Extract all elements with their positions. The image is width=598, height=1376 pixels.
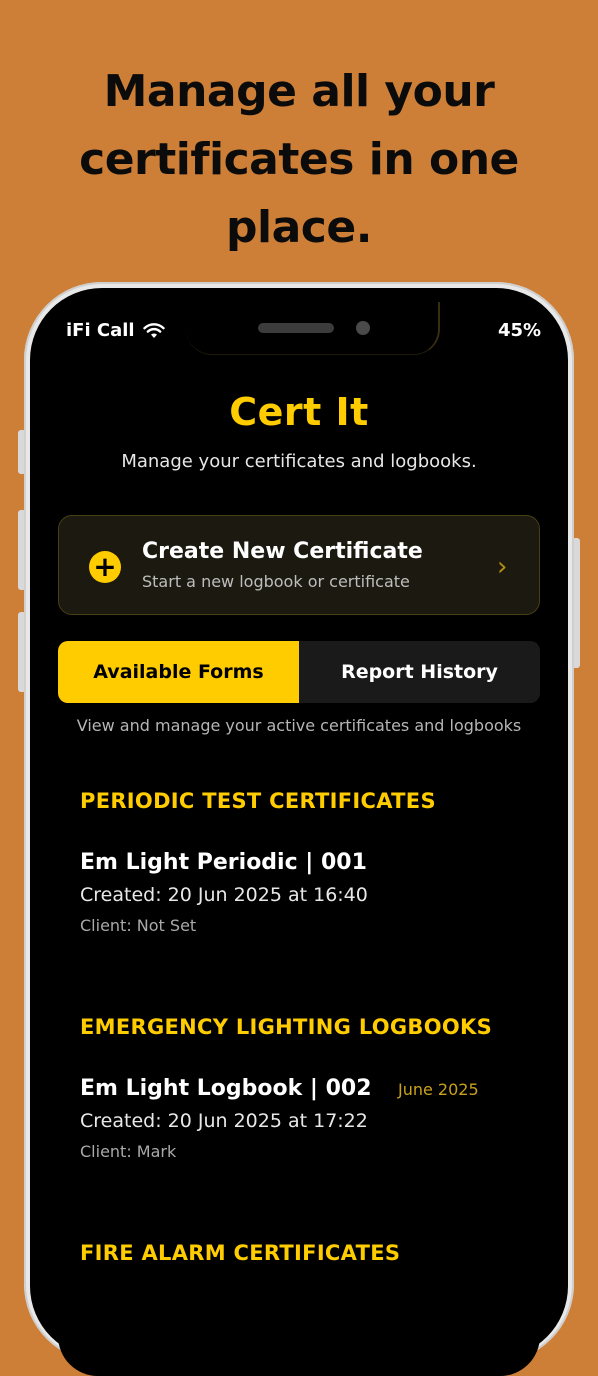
list-item-title[interactable]: Em Light Periodic | 001: [80, 850, 367, 875]
tabs-description: View and manage your active certificates…: [76, 716, 522, 735]
app-subtitle: Manage your certificates and logbooks.: [121, 451, 477, 472]
create-card-subtitle: Start a new logbook or certificate: [142, 572, 410, 591]
list-item-client: Client: Mark: [80, 1142, 177, 1161]
front-camera: [356, 321, 370, 335]
section-heading-fire-alarm: FIRE ALARM CERTIFICATES: [80, 1241, 401, 1265]
carrier-label: iFi Call: [66, 320, 135, 341]
speaker-grille: [258, 323, 334, 333]
promo-headline-line: Manage all your: [103, 66, 495, 117]
app-title: Cert It: [229, 390, 369, 434]
list-item-created: Created: 20 Jun 2025 at 17:22: [80, 1110, 368, 1132]
section-heading-periodic: PERIODIC TEST CERTIFICATES: [80, 789, 436, 813]
create-new-certificate-button[interactable]: [58, 515, 540, 615]
tab-available-forms[interactable]: Available Forms: [58, 641, 299, 703]
promo-headline-line: certificates in one: [79, 134, 519, 185]
tab-report-history[interactable]: Report History: [299, 641, 540, 703]
chevron-right-icon: ›: [497, 552, 508, 582]
section-heading-emergency-lighting: EMERGENCY LIGHTING LOGBOOKS: [80, 1015, 493, 1039]
segmented-tabs: Available Forms Report History: [58, 641, 540, 703]
list-item-title[interactable]: Em Light Logbook | 002: [80, 1076, 372, 1101]
battery-label: 45%: [498, 320, 542, 341]
tab-bar-edge: [58, 1286, 540, 1300]
list-item-date-tag: June 2025: [398, 1080, 479, 1099]
create-card-title: Create New Certificate: [142, 539, 423, 564]
wifi-icon: [142, 322, 165, 338]
phone-screen: [58, 316, 540, 1376]
list-item-client: Client: Not Set: [80, 916, 197, 935]
promo-headline: Manage all your certificates in one plac…: [0, 58, 598, 262]
list-item-created: Created: 20 Jun 2025 at 16:40: [80, 884, 368, 906]
plus-circle-icon: +: [89, 551, 121, 583]
status-bar-left: iFi Call: [66, 320, 165, 341]
promo-headline-line: place.: [226, 202, 372, 253]
